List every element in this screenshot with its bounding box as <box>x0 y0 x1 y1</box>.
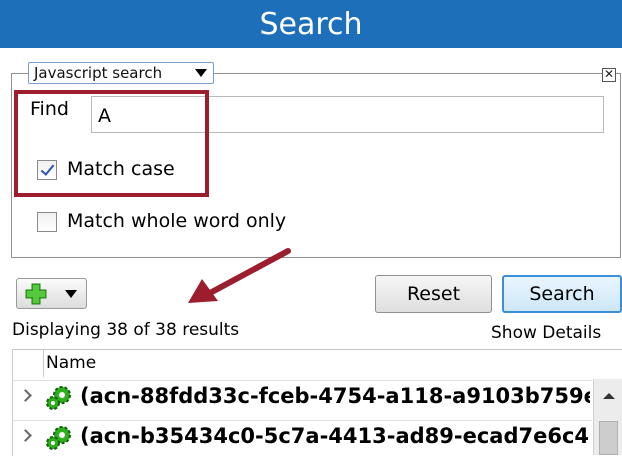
page-title: Search <box>0 0 622 48</box>
match-whole-word-label: Match whole word only <box>67 210 287 232</box>
vertical-scrollbar[interactable] <box>593 379 622 455</box>
table-row[interactable]: (acn-88fdd33c-fceb-4754-a118-a9103b759ec <box>12 380 592 415</box>
show-details-link[interactable]: Show Details <box>491 323 601 343</box>
scroll-up-icon[interactable] <box>603 393 615 399</box>
dropdown-arrow-icon <box>195 69 207 77</box>
match-whole-word-checkbox[interactable] <box>37 212 57 232</box>
scrollbar-thumb[interactable] <box>599 421 618 455</box>
row-name: (acn-88fdd33c-fceb-4754-a118-a9103b759ec <box>80 384 590 408</box>
column-header-name[interactable]: Name <box>43 349 586 377</box>
search-mode-dropdown[interactable]: Javascript search <box>28 62 214 84</box>
gear-icon <box>46 386 71 410</box>
chevron-right-icon[interactable] <box>19 429 32 442</box>
add-button[interactable] <box>16 278 87 309</box>
results-count: Displaying 38 of 38 results <box>12 320 240 340</box>
close-icon[interactable]: ✕ <box>602 68 616 82</box>
annotation-arrow-icon <box>188 248 291 303</box>
plus-icon <box>25 283 47 305</box>
row-name: (acn-b35434c0-5c7a-4413-ad89-ecad7e6c43 <box>80 424 590 448</box>
search-button[interactable]: Search <box>502 275 622 313</box>
gear-icon <box>46 426 71 450</box>
dropdown-arrow-icon <box>65 290 77 298</box>
table-row[interactable]: (acn-b35434c0-5c7a-4413-ad89-ecad7e6c43 <box>12 420 592 455</box>
annotation-highlight-box <box>14 90 209 197</box>
reset-button[interactable]: Reset <box>375 275 492 313</box>
search-mode-value: Javascript search <box>34 64 163 82</box>
chevron-right-icon[interactable] <box>19 389 32 402</box>
